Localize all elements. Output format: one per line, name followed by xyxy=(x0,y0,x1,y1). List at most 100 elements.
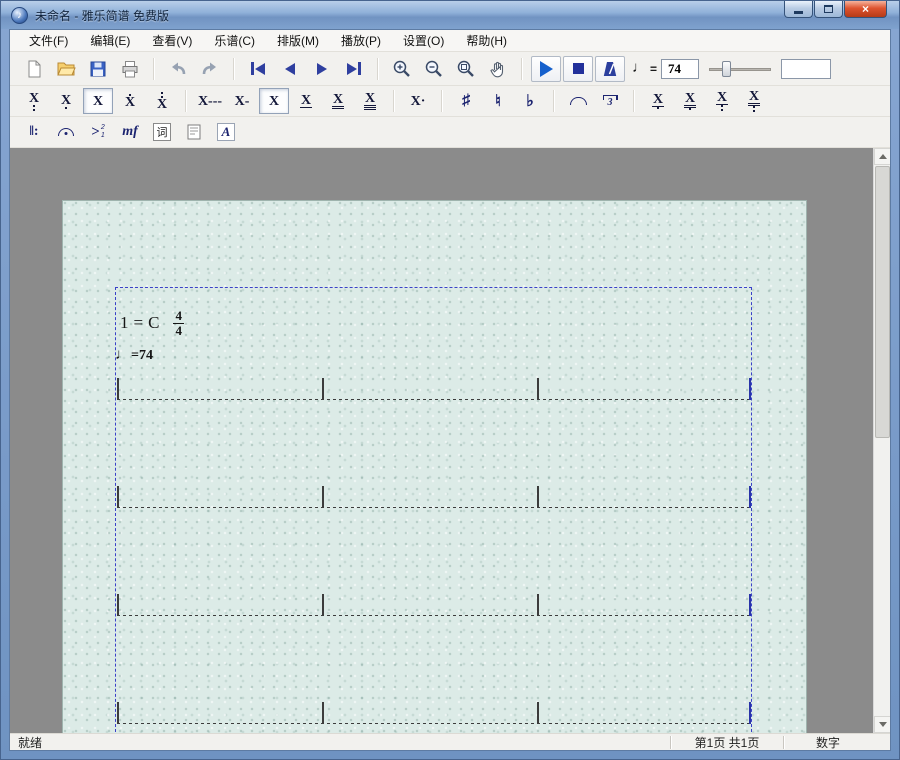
hand-pan-button[interactable] xyxy=(483,56,513,82)
repeat-barline-icon: ‖: xyxy=(29,124,38,140)
menu-edit[interactable]: 编辑(E) xyxy=(79,29,141,52)
close-button[interactable]: × xyxy=(844,1,887,18)
key-signature[interactable]: 1 = C 4 4 xyxy=(120,309,184,337)
slur-button[interactable] xyxy=(563,88,593,114)
editor-canvas[interactable]: 1 = C 4 4 ♩ =74 xyxy=(10,148,890,733)
page-layout-button[interactable] xyxy=(179,119,209,145)
note-octave-down2-button[interactable]: X xyxy=(19,88,49,114)
scroll-down-button[interactable] xyxy=(874,716,890,733)
note-eighth-low-button[interactable]: X xyxy=(643,88,673,114)
note-sixteenth-button[interactable]: X xyxy=(323,88,353,114)
flat-button[interactable]: ♭ xyxy=(515,88,545,114)
scrollbar-thumb[interactable] xyxy=(875,166,890,438)
note-octave-normal-button[interactable]: X xyxy=(83,88,113,114)
accent-icon: > xyxy=(91,124,100,141)
toolbar-separator xyxy=(521,58,523,80)
note-octave-down1-button[interactable]: X xyxy=(51,88,81,114)
zoom-page-button[interactable] xyxy=(451,56,481,82)
menu-play[interactable]: 播放(P) xyxy=(330,29,392,52)
go-first-button[interactable] xyxy=(243,56,273,82)
barline xyxy=(537,594,539,616)
accent-numbers: 21 xyxy=(101,124,105,139)
note-half-button[interactable]: X- xyxy=(227,88,257,114)
menu-score[interactable]: 乐谱(C) xyxy=(203,29,266,52)
tempo-equals-label: = xyxy=(650,62,657,76)
stop-button[interactable] xyxy=(563,56,593,82)
menu-settings[interactable]: 设置(O) xyxy=(392,29,455,52)
stop-icon xyxy=(573,63,584,74)
note-quarter-button[interactable]: X xyxy=(259,88,289,114)
note-whole-button[interactable]: X--- xyxy=(195,88,225,114)
menu-file[interactable]: 文件(F) xyxy=(18,29,79,52)
new-document-icon xyxy=(24,59,44,79)
slider-thumb[interactable] xyxy=(722,61,731,77)
open-file-button[interactable] xyxy=(51,56,81,82)
tempo-value: =74 xyxy=(131,348,153,364)
slur-icon xyxy=(570,97,587,105)
tempo-input[interactable] xyxy=(661,59,699,79)
accent-dynamics-button[interactable]: > 21 xyxy=(83,119,113,145)
toolbar-separator xyxy=(153,58,155,80)
time-denominator: 4 xyxy=(173,323,184,338)
zoom-page-icon xyxy=(456,59,476,79)
key-number: 1 xyxy=(120,313,129,333)
go-last-button[interactable] xyxy=(339,56,369,82)
low2-dots-icon xyxy=(753,106,755,112)
barline xyxy=(117,702,119,724)
note-octave-up1-button[interactable]: X xyxy=(115,88,145,114)
toolbar-separator xyxy=(185,90,187,112)
print-button[interactable] xyxy=(115,56,145,82)
status-message: 就绪 xyxy=(10,734,670,751)
scroll-up-button[interactable] xyxy=(874,148,890,165)
scroll-up-icon xyxy=(879,154,887,159)
triplet-icon: 3 xyxy=(603,95,618,108)
undo-button[interactable] xyxy=(163,56,193,82)
note-dotted-button[interactable]: X· xyxy=(403,88,433,114)
status-input-mode: 数字 xyxy=(784,734,872,751)
note-sixteenth-low-button[interactable]: X xyxy=(675,88,705,114)
tempo-marking[interactable]: ♩ =74 xyxy=(115,347,153,364)
barline xyxy=(117,378,119,400)
menu-help[interactable]: 帮助(H) xyxy=(455,29,518,52)
speed-input[interactable] xyxy=(781,59,831,79)
barline xyxy=(322,702,324,724)
note-eighth-button[interactable]: X xyxy=(291,88,321,114)
note-sixteenth-low2-button[interactable]: X xyxy=(739,88,769,114)
tempo-note-icon: ♩ xyxy=(115,347,130,364)
menu-layout[interactable]: 排版(M) xyxy=(266,29,330,52)
metronome-button[interactable] xyxy=(595,56,625,82)
note-eighth-low2-button[interactable]: X xyxy=(707,88,737,114)
note-thirtysecond-button[interactable]: X xyxy=(355,88,385,114)
lyrics-button[interactable]: 词 xyxy=(147,119,177,145)
menu-view[interactable]: 查看(V) xyxy=(141,29,203,52)
go-previous-icon xyxy=(285,63,295,75)
staff-line-2 xyxy=(117,507,751,508)
note-octave-up2-button[interactable]: X xyxy=(147,88,177,114)
minimize-button[interactable] xyxy=(784,1,813,18)
new-document-button[interactable] xyxy=(19,56,49,82)
sharp-button[interactable]: ♯ xyxy=(451,88,481,114)
hand-pan-icon xyxy=(488,59,508,79)
play-button[interactable] xyxy=(531,56,561,82)
zoom-in-icon xyxy=(392,59,412,79)
text-tool-button[interactable]: A xyxy=(211,119,241,145)
app-logo-icon: ♪ xyxy=(11,7,28,24)
undo-icon xyxy=(168,59,188,79)
zoom-in-button[interactable] xyxy=(387,56,417,82)
natural-button[interactable]: ♮ xyxy=(483,88,513,114)
window-title: 未命名 - 雅乐简谱 免费版 xyxy=(35,7,169,24)
go-previous-button[interactable] xyxy=(275,56,305,82)
vertical-scrollbar[interactable] xyxy=(873,148,890,733)
fermata-button[interactable] xyxy=(51,119,81,145)
redo-button[interactable] xyxy=(195,56,225,82)
go-next-button[interactable] xyxy=(307,56,337,82)
app-window: ♪ 未命名 - 雅乐简谱 免费版 × 文件(F) 编辑(E) 查看(V) 乐谱(… xyxy=(0,0,900,760)
mf-dynamics-button[interactable]: mf xyxy=(115,119,145,145)
titlebar[interactable]: ♪ 未命名 - 雅乐简谱 免费版 × xyxy=(1,1,899,29)
triplet-button[interactable]: 3 xyxy=(595,88,625,114)
save-button[interactable] xyxy=(83,56,113,82)
repeat-barline-button[interactable]: ‖: xyxy=(19,119,49,145)
tempo-slider[interactable] xyxy=(709,59,771,79)
zoom-out-button[interactable] xyxy=(419,56,449,82)
maximize-button[interactable] xyxy=(814,1,843,18)
